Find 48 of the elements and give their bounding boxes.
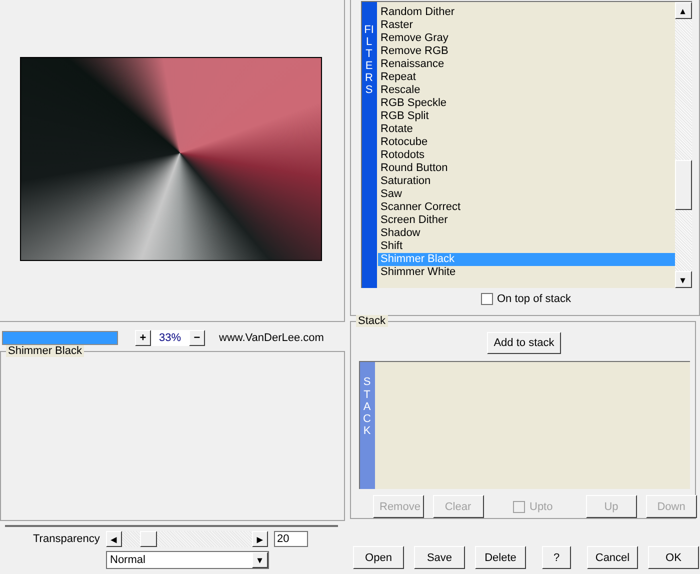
transparency-input[interactable]: 20 <box>274 531 308 547</box>
filter-item[interactable]: Saturation <box>378 175 674 188</box>
dialog-button[interactable]: Open <box>353 546 404 569</box>
dialog-button[interactable]: ? <box>542 546 571 569</box>
scrollbar-thumb[interactable] <box>674 160 692 210</box>
filter-item[interactable]: Shift <box>378 240 674 253</box>
website-link[interactable]: www.VanDerLee.com <box>219 332 324 344</box>
zoom-out-button[interactable]: − <box>189 330 205 346</box>
filter-item[interactable]: Rescale <box>378 84 674 97</box>
checkbox-label: On top of stack <box>497 293 571 305</box>
scroll-left-button[interactable]: ◂ <box>106 531 122 547</box>
filter-item[interactable]: Repeat <box>378 71 674 84</box>
filter-item[interactable]: Rotate <box>378 123 674 136</box>
filter-item[interactable]: Random Dither <box>378 6 674 19</box>
transparency-slider[interactable]: ◂ ▸ <box>106 531 268 547</box>
filter-item[interactable]: Rotocube <box>378 136 674 149</box>
filter-item[interactable]: Remove RGB <box>378 45 674 58</box>
filter-item[interactable]: Scanner Correct <box>378 201 674 214</box>
filter-item[interactable]: RGB Speckle <box>378 97 674 110</box>
dialog-button[interactable]: Save <box>414 546 465 569</box>
filter-item[interactable]: Shadow <box>378 227 674 240</box>
scroll-up-button[interactable]: ▴ <box>674 2 692 19</box>
filter-item[interactable]: Round Button <box>378 162 674 175</box>
settings-title: Shimmer Black <box>6 345 84 357</box>
filters-strip-label: FILTERS <box>364 24 374 98</box>
scroll-right-button[interactable]: ▸ <box>252 531 268 547</box>
filter-item[interactable]: Remove Gray <box>378 32 674 45</box>
filter-item[interactable]: Renaissance <box>378 58 674 71</box>
transparency-label: Transparency <box>33 533 101 545</box>
add-to-stack-button[interactable]: Add to stack <box>486 332 562 354</box>
scroll-down-button[interactable]: ▾ <box>674 271 692 288</box>
stack-title: Stack <box>356 315 388 327</box>
stack-strip-label: STACK <box>362 376 372 439</box>
checkbox[interactable] <box>481 293 493 305</box>
dialog-button[interactable]: Delete <box>475 546 526 569</box>
filter-item[interactable]: Saw <box>378 188 674 201</box>
filter-item[interactable]: Rotodots <box>378 149 674 162</box>
zoom-value: 33% <box>151 330 189 346</box>
filter-item[interactable]: Raster <box>378 19 674 32</box>
checkbox-label: Upto <box>530 500 553 512</box>
dialog-button[interactable]: OK <box>648 546 699 569</box>
filter-item[interactable]: RGB Split <box>378 110 674 123</box>
zoom-in-button[interactable]: + <box>135 330 151 346</box>
filter-item[interactable]: Shimmer White <box>378 266 674 279</box>
filter-item[interactable]: Screen Dither <box>378 214 674 227</box>
blend-mode-dropdown[interactable]: Normal ▾ <box>106 551 269 569</box>
slider-thumb[interactable] <box>140 531 157 547</box>
dialog-button[interactable]: Cancel <box>587 546 638 569</box>
